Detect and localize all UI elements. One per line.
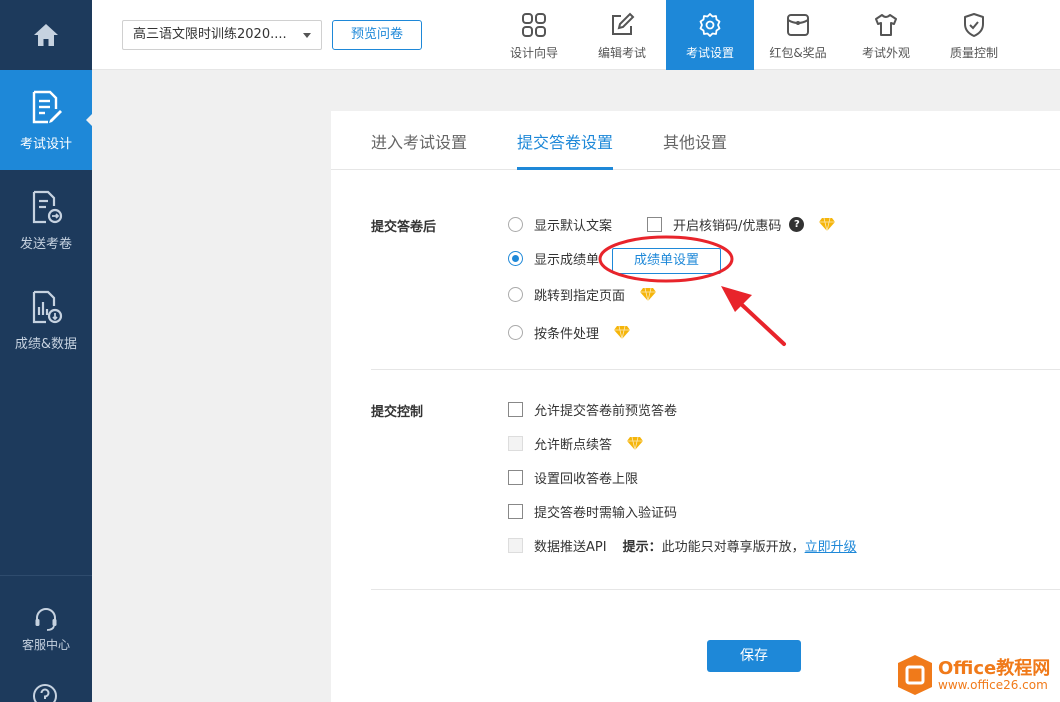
subtab-submit-settings[interactable]: 提交答卷设置 [517, 129, 613, 153]
tab-label: 红包&奖品 [769, 46, 827, 60]
option-show-score-sheet[interactable]: 显示成绩单 [508, 249, 599, 268]
radio-button[interactable] [508, 251, 523, 266]
diamond-icon [819, 217, 836, 232]
option-coupon-code[interactable]: 开启核销码/优惠码 ? [647, 215, 836, 234]
option-label: 提交答卷时需输入验证码 [534, 506, 678, 521]
question-icon[interactable]: ? [789, 217, 805, 232]
option-label: 显示成绩单 [534, 253, 600, 268]
checkbox[interactable] [508, 504, 523, 519]
option-redirect-page[interactable]: 跳转到指定页面 [508, 285, 657, 304]
watermark-title: Office教程网 [938, 658, 1051, 679]
option-response-limit[interactable]: 设置回收答卷上限 [508, 468, 638, 487]
preview-button[interactable]: 预览问卷 [332, 20, 422, 50]
tab-label: 编辑考试 [597, 46, 646, 60]
subtab-enter-exam-settings[interactable]: 进入考试设置 [371, 129, 467, 153]
grid-icon [522, 13, 546, 37]
home-button[interactable] [0, 0, 92, 70]
tab-exam-appearance[interactable]: 考试外观 [842, 0, 930, 70]
score-sheet-settings-button[interactable]: 成绩单设置 [612, 248, 721, 274]
tab-design-wizard[interactable]: 设计向导 [490, 0, 578, 70]
sidebar-item-label: 成绩&数据 [14, 336, 78, 352]
customer-service-button[interactable]: 客服中心 [0, 606, 92, 653]
sidebar-item-scores-data[interactable]: 成绩&数据 [0, 270, 92, 370]
survey-select[interactable]: 高三语文限时训练2020.... [122, 20, 322, 50]
tab-label: 考试外观 [861, 46, 910, 60]
option-conditional[interactable]: 按条件处理 [508, 323, 631, 342]
option-label: 设置回收答卷上限 [534, 472, 639, 487]
sidebar-item-send-exam[interactable]: 发送考卷 [0, 170, 92, 270]
active-indicator [86, 113, 93, 127]
submit-control-label: 提交控制 [371, 405, 424, 420]
upgrade-hint: 提示：此功能只对尊享版开放，立即升级 [623, 536, 857, 555]
settings-panel: 进入考试设置 提交答卷设置 其他设置 提交答卷后 显示默认文案 开启核销码/优惠… [331, 111, 1060, 702]
sidebar: 考试设计 发送考卷 成绩&数据 客服中心 [0, 0, 93, 702]
option-label: 跳转到指定页面 [534, 289, 626, 304]
option-label: 开启核销码/优惠码 [673, 219, 782, 234]
active-subtab-underline [517, 167, 613, 170]
option-label: 允许提交答卷前预览答卷 [534, 404, 678, 419]
option-label: 数据推送API [534, 540, 607, 555]
home-icon [34, 24, 58, 46]
survey-select-value: 高三语文限时训练2020.... [133, 27, 287, 42]
option-label: 显示默认文案 [534, 219, 613, 234]
tab-label: 质量控制 [949, 46, 998, 60]
help-button[interactable] [32, 683, 58, 702]
checkbox[interactable] [508, 470, 523, 485]
diamond-icon [627, 436, 644, 451]
tab-label: 考试设置 [685, 46, 734, 60]
sidebar-item-label: 考试设计 [19, 136, 72, 152]
option-captcha[interactable]: 提交答卷时需输入验证码 [508, 502, 677, 521]
sidebar-divider [0, 575, 92, 576]
diamond-icon [640, 287, 657, 302]
watermark-url: www.office26.com [938, 678, 1048, 692]
customer-service-label: 客服中心 [21, 638, 70, 652]
office-logo-icon [898, 655, 932, 695]
save-button[interactable]: 保存 [707, 640, 801, 672]
tab-exam-settings[interactable]: 考试设置 [666, 0, 754, 70]
sub-tabs: 进入考试设置 提交答卷设置 其他设置 [331, 111, 1060, 170]
pencil-icon [612, 12, 635, 35]
tshirt-icon [875, 14, 897, 36]
radio-button[interactable] [508, 217, 523, 232]
gift-bag-icon [787, 14, 809, 36]
sidebar-item-exam-design[interactable]: 考试设计 [0, 70, 93, 170]
option-label: 允许断点续答 [534, 438, 613, 453]
checkbox[interactable] [508, 436, 523, 451]
after-submit-label: 提交答卷后 [371, 220, 437, 235]
checkbox[interactable] [508, 402, 523, 417]
radio-button[interactable] [508, 325, 523, 340]
sidebar-item-label: 发送考卷 [19, 236, 72, 252]
section-divider [371, 369, 1060, 370]
option-default-text[interactable]: 显示默认文案 [508, 215, 612, 234]
checkbox[interactable] [508, 538, 523, 553]
tab-red-packet-prizes[interactable]: 红包&奖品 [754, 0, 842, 70]
tab-quality-control[interactable]: 质量控制 [930, 0, 1018, 70]
caret-down-icon [303, 33, 311, 38]
gear-icon [699, 13, 721, 37]
help-icon [33, 684, 57, 702]
option-data-push-api[interactable]: 数据推送API 提示：此功能只对尊享版开放，立即升级 [508, 536, 857, 555]
edit-document-icon [32, 90, 62, 123]
option-label: 按条件处理 [534, 327, 600, 342]
tab-edit-exam[interactable]: 编辑考试 [578, 0, 666, 70]
option-preview-before-submit[interactable]: 允许提交答卷前预览答卷 [508, 400, 677, 419]
send-document-icon [32, 190, 63, 223]
top-bar: 高三语文限时训练2020.... 预览问卷 设计向导 编辑考试 考试设置 红包&… [92, 0, 1060, 70]
section-divider [371, 589, 1060, 590]
tab-label: 设计向导 [509, 46, 558, 60]
option-resume-answer[interactable]: 允许断点续答 [508, 434, 644, 453]
hint-text: 此功能只对尊享版开放， [661, 540, 805, 555]
subtab-other-settings[interactable]: 其他设置 [663, 129, 727, 153]
hint-prefix: 提示： [622, 540, 662, 555]
watermark: Office教程网 www.office26.com [896, 652, 1056, 698]
upgrade-link[interactable]: 立即升级 [805, 540, 857, 555]
headset-icon [35, 608, 57, 631]
checkbox[interactable] [647, 217, 662, 232]
report-data-icon [32, 290, 63, 323]
diamond-icon [614, 325, 631, 340]
radio-button[interactable] [508, 287, 523, 302]
shield-check-icon [964, 13, 984, 37]
